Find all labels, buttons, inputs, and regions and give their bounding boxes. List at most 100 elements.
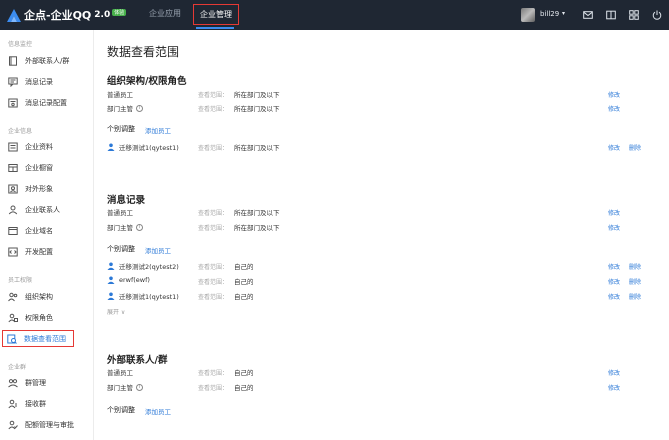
sidebar-item-company-info[interactable]: 企业资料 xyxy=(5,139,87,154)
delete-link[interactable]: 删除 xyxy=(629,262,641,271)
user-icon xyxy=(107,292,115,300)
sidebar-item-data-scope[interactable]: 数据查看范围 xyxy=(2,330,74,347)
sidebar-item-quota[interactable]: 配额管理与审批 xyxy=(5,417,87,432)
group-manage-icon xyxy=(8,378,18,388)
sidebar-item-label: 对外形象 xyxy=(25,184,53,193)
role-label: 部门主管 i xyxy=(107,222,143,232)
adjust-title: 个别调整 xyxy=(107,406,135,414)
logo-mark-icon xyxy=(7,8,21,22)
member-row: 迁移测试2(qytest2) xyxy=(107,261,179,271)
role-icon xyxy=(8,313,18,323)
section-title: 组织架构/权限角色 xyxy=(107,76,187,87)
sidebar-item-receive-group[interactable]: 接收群 xyxy=(5,396,87,411)
role-label: 部门主管 i xyxy=(107,103,143,113)
scope-value: 自己的 xyxy=(234,263,254,271)
sidebar-item-external-contacts[interactable]: 外部联系人/群 xyxy=(5,53,87,68)
mail-icon[interactable] xyxy=(583,10,593,20)
add-staff-link[interactable]: 添加员工 xyxy=(145,245,171,255)
scope-value: 自己的 xyxy=(234,293,254,301)
edit-link[interactable]: 修改 xyxy=(608,277,620,286)
sidebar-item-role[interactable]: 权限角色 xyxy=(5,310,87,325)
sidebar-group-title: 企业信息 xyxy=(8,128,33,135)
role-label: 普通员工 xyxy=(107,207,133,217)
username[interactable]: bill29 xyxy=(540,10,559,18)
sidebar-group-title: 企业群 xyxy=(8,364,27,371)
scope-value: 自己的 xyxy=(234,369,254,377)
sidebar-item-message-config[interactable]: 消息记录配置 xyxy=(5,95,87,110)
sidebar-item-label: 消息记录配置 xyxy=(25,98,67,107)
logout-icon[interactable] xyxy=(652,10,662,20)
chevron-down-icon[interactable]: ▾ xyxy=(562,10,565,17)
scope-value: 所在部门及以下 xyxy=(234,105,280,113)
nav-enterprise-manage[interactable]: 企业管理 xyxy=(193,4,239,25)
member-row: 迁移测试1(qytest1) xyxy=(107,291,179,301)
main-content: 数据查看范围 组织架构/权限角色 普通员工 查看范围： 所在部门及以下 修改 部… xyxy=(95,30,669,440)
info-icon[interactable]: i xyxy=(136,104,143,112)
add-staff-link[interactable]: 添加员工 xyxy=(145,125,171,135)
data-scope-icon xyxy=(7,334,17,344)
edit-link[interactable]: 修改 xyxy=(608,368,620,377)
org-chart-icon xyxy=(8,292,18,302)
edit-link[interactable]: 修改 xyxy=(608,223,620,232)
adjust-title: 个别调整 xyxy=(107,125,135,133)
sidebar-item-showcase[interactable]: 企业橱窗 xyxy=(5,160,87,175)
role-label-text: 普通员工 xyxy=(107,91,133,99)
delete-link[interactable]: 删除 xyxy=(629,277,641,286)
apps-grid-icon[interactable] xyxy=(629,10,639,20)
scope-label: 查看范围： xyxy=(198,370,229,377)
sidebar-item-public-image[interactable]: 对外形象 xyxy=(5,181,87,196)
info-icon[interactable]: i xyxy=(136,223,143,231)
logo-badge: 体验 xyxy=(112,8,127,16)
sidebar-item-contact-person[interactable]: 企业联系人 xyxy=(5,202,87,217)
sidebar-item-message-record[interactable]: 消息记录 xyxy=(5,74,87,89)
delete-link[interactable]: 删除 xyxy=(629,143,641,152)
role-label: 普通员工 xyxy=(107,89,133,99)
sidebar-item-org-chart[interactable]: 组织架构 xyxy=(5,289,87,304)
adjust-title: 个别调整 xyxy=(107,245,135,253)
scope-label: 查看范围： xyxy=(198,385,229,392)
sidebar: 信息监控 外部联系人/群 消息记录 消息记录配置 企业信息 企业资料 企业橱窗 … xyxy=(0,30,94,440)
member-name: 迁移测试2(qytest2) xyxy=(119,263,179,271)
role-label-text: 普通员工 xyxy=(107,209,133,217)
nav-enterprise-apps[interactable]: 企业应用 xyxy=(149,8,181,19)
expand-toggle[interactable]: 展开 ∨ xyxy=(107,307,125,316)
info-icon[interactable]: i xyxy=(136,383,143,391)
delete-link[interactable]: 删除 xyxy=(629,292,641,301)
sidebar-item-label: 外部联系人/群 xyxy=(25,56,70,65)
page-title: 数据查看范围 xyxy=(107,45,180,59)
sidebar-item-group-manage[interactable]: 群管理 xyxy=(5,375,87,390)
member-row: erwf(ewf) xyxy=(107,276,150,284)
sidebar-item-label: 开发配置 xyxy=(25,247,53,256)
scope-value: 自己的 xyxy=(234,384,254,392)
logo-text: 企点-企业QQ xyxy=(24,9,92,22)
edit-link[interactable]: 修改 xyxy=(608,104,620,113)
app-logo[interactable]: 企点-企业QQ 2.0 体验 xyxy=(7,7,127,23)
sidebar-item-dev-config[interactable]: 开发配置 xyxy=(5,244,87,259)
edit-link[interactable]: 修改 xyxy=(608,208,620,217)
nav-active-indicator xyxy=(196,27,234,29)
sidebar-group-title: 信息监控 xyxy=(8,41,33,48)
message-record-icon xyxy=(8,77,18,87)
edit-link[interactable]: 修改 xyxy=(608,90,620,99)
scope-value: 所在部门及以下 xyxy=(234,224,280,232)
role-label-text: 部门主管 xyxy=(107,105,133,113)
edit-link[interactable]: 修改 xyxy=(608,143,620,152)
role-label-text: 部门主管 xyxy=(107,224,133,232)
book-icon[interactable] xyxy=(606,10,616,20)
sidebar-item-label: 权限角色 xyxy=(25,313,53,322)
edit-link[interactable]: 修改 xyxy=(608,262,620,271)
avatar[interactable] xyxy=(521,8,535,22)
sidebar-group-title: 员工权限 xyxy=(8,277,33,284)
top-navigation-bar: 企点-企业QQ 2.0 体验 企业应用 企业管理 bill29 ▾ xyxy=(0,0,669,30)
showcase-icon xyxy=(8,163,18,173)
sidebar-item-domain[interactable]: 企业域名 xyxy=(5,223,87,238)
member-name: 迁移测试1(qytest1) xyxy=(119,293,179,301)
logo-version: 2.0 xyxy=(94,10,111,20)
add-staff-link[interactable]: 添加员工 xyxy=(145,406,171,416)
member-name: erwf(ewf) xyxy=(119,276,150,284)
sidebar-item-label: 数据查看范围 xyxy=(24,334,66,343)
edit-link[interactable]: 修改 xyxy=(608,383,620,392)
scope-label: 查看范围： xyxy=(198,294,229,301)
edit-link[interactable]: 修改 xyxy=(608,292,620,301)
sidebar-item-label: 配额管理与审批 xyxy=(25,420,74,429)
